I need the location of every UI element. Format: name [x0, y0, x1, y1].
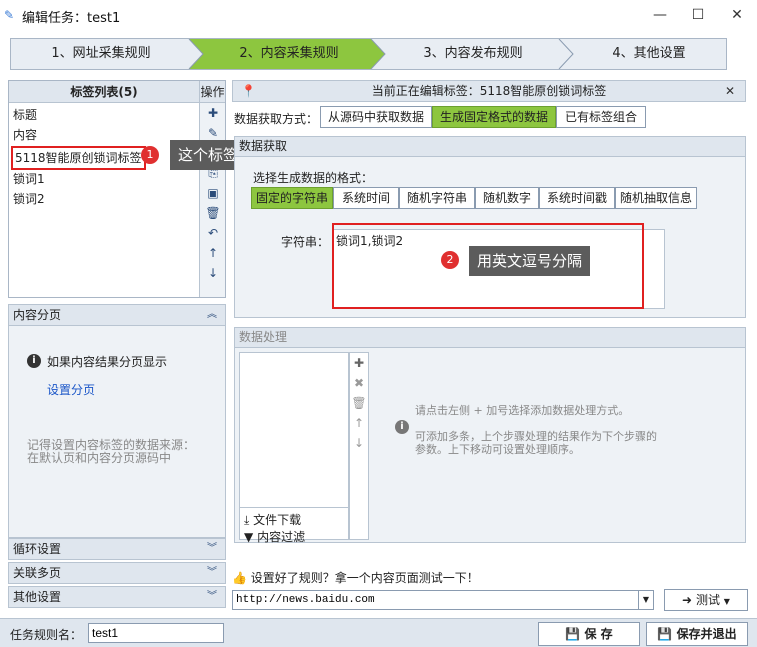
tag-item-title[interactable]: 标题	[13, 105, 37, 125]
step-1-tab[interactable]: 1、网址采集规则	[11, 39, 191, 69]
other-settings-title: 其他设置	[13, 590, 62, 604]
format-label: 选择生成数据的格式：	[253, 171, 374, 185]
paging-hint-2: 在默认页和内容分页源码中	[27, 451, 172, 465]
move-down-icon[interactable]: ↓	[200, 263, 226, 283]
clipboard-icon[interactable]: ▣	[200, 183, 226, 203]
save-button[interactable]: 💾 保 存	[538, 622, 640, 646]
info-icon: i	[27, 354, 41, 368]
editing-header: 📍 当前正在编辑标签：5118智能原创锁词标签 ✕	[232, 80, 746, 102]
multi-page-header[interactable]: 关联多页 ︾	[8, 562, 226, 584]
content-paging-title: 内容分页	[13, 308, 62, 322]
source-fixed-format-button[interactable]: 生成固定格式的数据	[432, 106, 556, 128]
close-panel-icon[interactable]: ✕	[725, 81, 735, 101]
expand-icon: ︾	[207, 591, 217, 602]
content-paging-header[interactable]: 内容分页 ︽	[8, 304, 226, 326]
test-icon: ➜	[682, 593, 693, 607]
source-combine-tags-button[interactable]: 已有标签组合	[556, 106, 646, 128]
delete-icon[interactable]: 🗑	[200, 203, 226, 223]
step-bar: 1、网址采集规则 2、内容采集规则 3、内容发布规则 4、其他设置	[10, 38, 727, 70]
other-settings-header[interactable]: 其他设置 ︾	[8, 586, 226, 608]
filter-icon: ▼	[244, 530, 254, 544]
format-random-extract-button[interactable]: 随机抽取信息	[615, 187, 697, 209]
processing-hint-3: 参数。上下移动可设置处理顺序。	[415, 443, 580, 456]
format-fixed-string-button[interactable]: 固定的字符串	[251, 187, 333, 209]
content-filter-item[interactable]: ▼ 内容过滤	[244, 528, 305, 545]
data-processing-panel: 数据处理 ⤓ 文件下载 ▼ 内容过滤 ✚ ✖ 🗑 ↑ ↓ 请点击左侧 + 加号选…	[234, 327, 746, 544]
remove-process-icon[interactable]: ✖	[350, 373, 368, 393]
tag-list-header: 标签列表(5)	[9, 81, 199, 103]
loop-settings-header[interactable]: 循环设置 ︾	[8, 538, 226, 560]
processing-list[interactable]: ⤓ 文件下载 ▼ 内容过滤	[239, 352, 349, 544]
ops-header: 操作	[199, 81, 225, 103]
expand-icon: ︾	[207, 567, 217, 578]
ops-toolbar: ✚ ✎ ⧉ ⎘ ▣ 🗑 ↶ ↑ ↓	[199, 103, 225, 297]
collapse-icon: ︽	[207, 309, 217, 320]
move-up-icon[interactable]: ↑	[350, 413, 368, 433]
editing-title: 当前正在编辑标签：5118智能原创锁词标签	[371, 84, 607, 98]
format-random-number-button[interactable]: 随机数字	[475, 187, 539, 209]
expand-icon: ︾	[207, 543, 217, 554]
title-bar: ✎ 编辑任务：test1 — ☐ ✕	[0, 0, 757, 30]
annotation-2-tooltip: 用英文逗号分隔	[469, 246, 591, 276]
pin-icon[interactable]: 📍	[241, 81, 256, 101]
step-3-tab[interactable]: 3、内容发布规则	[383, 39, 563, 69]
set-paging-link[interactable]: 设置分页	[47, 381, 95, 398]
tag-item-lockword1[interactable]: 锁词1	[13, 169, 45, 189]
save-icon: 💾	[565, 627, 581, 641]
test-button[interactable]: ➜ 测试 ▼	[664, 589, 748, 611]
loop-settings-title: 循环设置	[13, 542, 62, 556]
minimize-button[interactable]: —	[645, 3, 675, 27]
close-button[interactable]: ✕	[722, 3, 752, 27]
rule-name-input[interactable]	[88, 623, 224, 643]
paging-info-text: 如果内容结果分页显示	[47, 355, 168, 369]
tag-item-lockword-selected[interactable]: 5118智能原创锁词标签	[11, 146, 146, 170]
multi-page-title: 关联多页	[13, 566, 62, 580]
save-icon: 💾	[657, 627, 673, 641]
format-timestamp-button[interactable]: 系统时间戳	[539, 187, 615, 209]
thumb-up-icon: 👍	[232, 571, 247, 585]
format-system-time-button[interactable]: 系统时间	[333, 187, 399, 209]
window-title: 编辑任务：test1	[22, 11, 121, 26]
trash-icon[interactable]: 🗑	[350, 393, 368, 413]
annotation-2-badge: 2	[441, 251, 459, 269]
string-label: 字符串：	[281, 235, 330, 249]
add-icon[interactable]: ✚	[200, 103, 226, 123]
format-random-string-button[interactable]: 随机字符串	[399, 187, 475, 209]
tag-item-lockword2[interactable]: 锁词2	[13, 189, 45, 209]
save-exit-button[interactable]: 💾 保存并退出	[646, 622, 748, 646]
processing-hint-1: 请点击左侧 + 加号选择添加数据处理方式。	[415, 404, 630, 417]
tag-item-content[interactable]: 内容	[13, 125, 37, 145]
step-4-tab[interactable]: 4、其他设置	[569, 39, 729, 69]
rule-name-label: 任务规则名：	[10, 628, 83, 642]
processing-toolbar: ✚ ✖ 🗑 ↑ ↓	[349, 352, 369, 540]
maximize-button[interactable]: ☐	[683, 3, 713, 27]
info-icon: i	[395, 420, 409, 434]
move-up-icon[interactable]: ↑	[200, 243, 226, 263]
tag-list-panel: 标签列表(5) 操作 ✚ ✎ ⧉ ⎘ ▣ 🗑 ↶ ↑ ↓ 标题 内容 5118智…	[8, 80, 226, 298]
step-2-tab[interactable]: 2、内容采集规则	[199, 39, 379, 69]
add-process-icon[interactable]: ✚	[350, 353, 368, 373]
annotation-1-badge: 1	[141, 146, 159, 164]
test-prompt-text: 设置好了规则？拿一个内容页面测试一下！	[250, 571, 479, 585]
file-download-item[interactable]: ⤓ 文件下载	[244, 511, 301, 528]
data-processing-title: 数据处理	[235, 328, 745, 348]
undo-icon[interactable]: ↶	[200, 223, 226, 243]
source-from-html-button[interactable]: 从源码中获取数据	[320, 106, 432, 128]
test-url-input[interactable]	[232, 590, 640, 610]
data-source-label: 数据获取方式：	[234, 112, 319, 126]
app-icon: ✎	[4, 8, 15, 22]
test-prompt: 👍 设置好了规则？拿一个内容页面测试一下！	[232, 569, 479, 586]
data-gen-group-title: 数据获取	[235, 137, 745, 157]
content-paging-body: i 如果内容结果分页显示 设置分页 记得设置内容标签的数据来源： 在默认页和内容…	[8, 326, 226, 538]
move-down-icon[interactable]: ↓	[350, 433, 368, 453]
url-dropdown-icon[interactable]: ▼	[638, 590, 654, 610]
download-icon: ⤓	[244, 513, 250, 527]
